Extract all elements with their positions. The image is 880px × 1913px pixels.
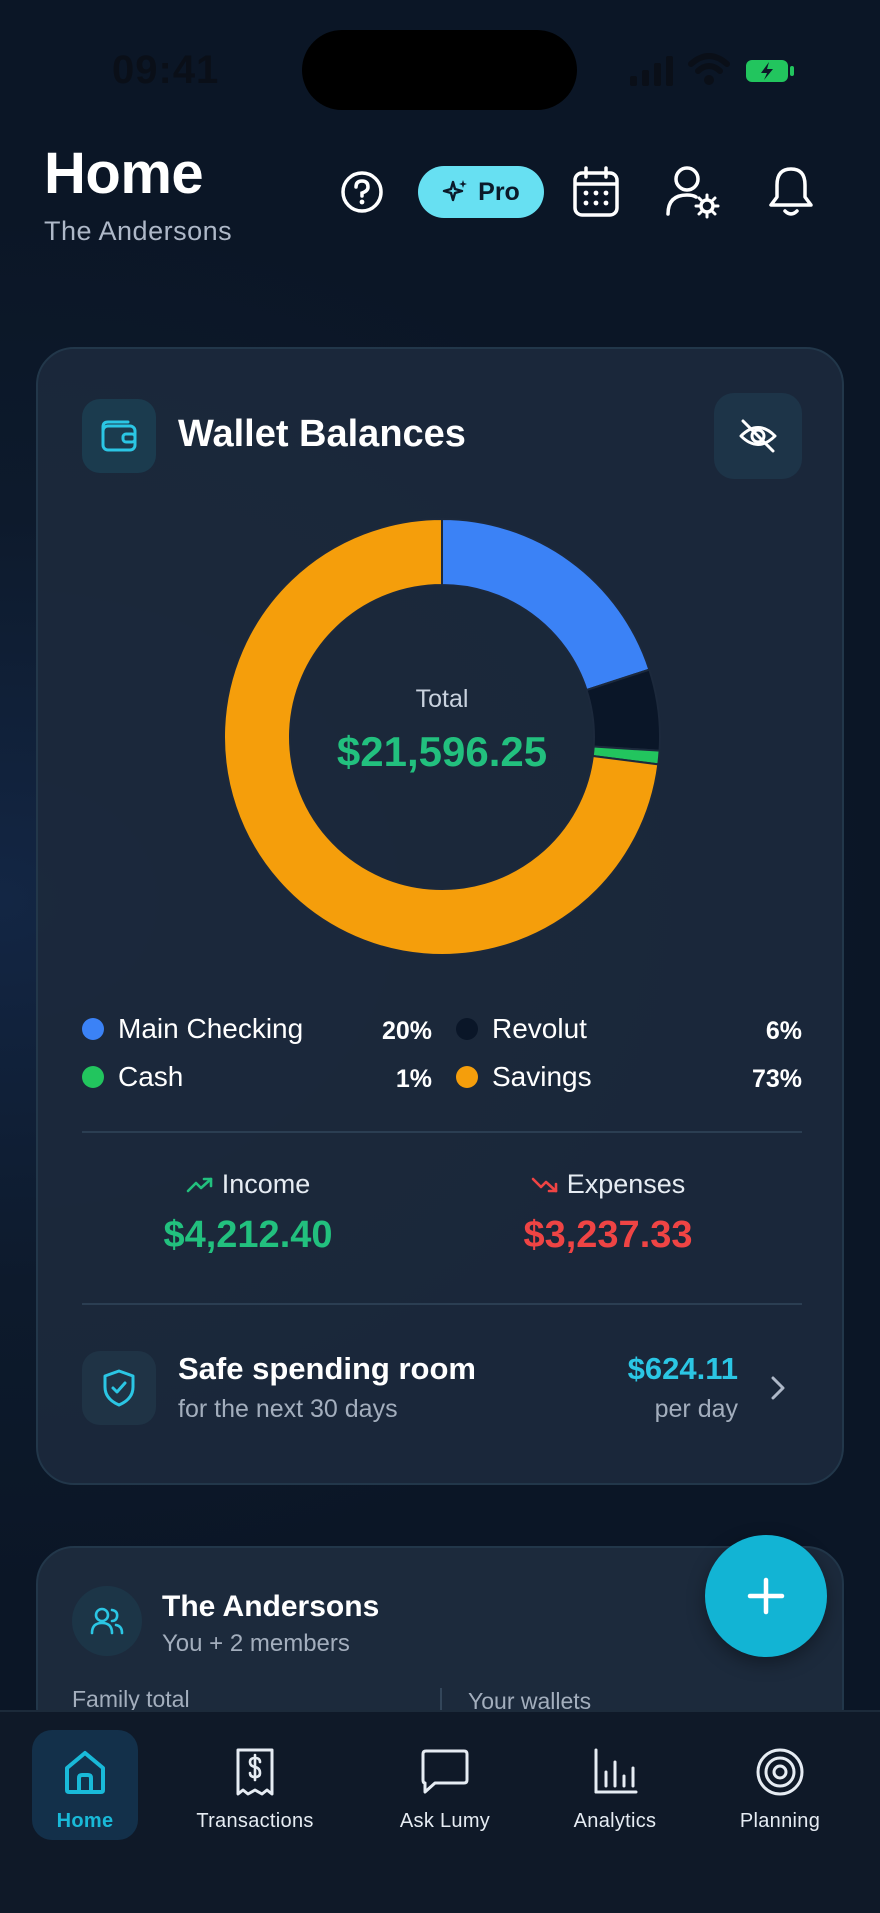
user-settings-icon [666,166,720,219]
tab-ask-lumy[interactable]: Ask Lumy [380,1730,510,1840]
page-title: Home [44,141,204,206]
expenses-stat: Expenses $3,237.33 [458,1169,758,1257]
legend-item-cash: Cash [82,1057,183,1097]
hide-balances-button[interactable] [714,393,802,479]
page-subtitle: The Andersons [44,216,233,246]
tab-label: Transactions [196,1810,314,1832]
safe-spending-subtitle: for the next 30 days [178,1395,398,1423]
status-time: 09:41 [112,48,220,92]
bell-icon [769,167,813,216]
help-icon [341,171,383,213]
calendar-button[interactable] [570,162,622,222]
legend-dot [456,1018,478,1040]
divider [82,1131,802,1133]
legend-dot [82,1066,104,1088]
donut-center: Total $21,596.25 [222,685,662,776]
total-value: $21,596.25 [336,728,548,775]
family-subtitle: You + 2 members [162,1630,350,1657]
divider [82,1303,802,1305]
wifi-icon [688,53,730,85]
legend-pct: 1% [395,1065,432,1093]
total-label: Total [415,685,469,713]
tab-transactions[interactable]: Transactions [180,1730,330,1840]
legend-dot [456,1066,478,1088]
income-label: Income [221,1169,311,1199]
family-total-label: Family total [72,1686,190,1712]
bar-chart-icon [594,1748,638,1794]
trending-up-icon [186,1177,213,1192]
legend-label: Cash [118,1061,184,1092]
target-icon [756,1748,804,1796]
legend-item-main-checking: Main Checking [82,1009,303,1049]
pro-button[interactable]: Pro [418,166,544,218]
expenses-value: $3,237.33 [523,1214,693,1256]
wallet-icon-box [82,399,156,473]
help-button[interactable] [336,162,388,222]
dynamic-island [302,30,577,110]
tab-label: Ask Lumy [399,1810,491,1832]
income-stat: Income $4,212.40 [98,1169,398,1257]
users-icon [90,1607,124,1635]
tab-label: Analytics [573,1810,657,1832]
donut-slice-main-checking [441,517,651,692]
safe-spending-amount: $624.11 [627,1351,738,1386]
home-icon [65,1751,105,1794]
wallet-icon [101,420,137,452]
legend-label: Savings [492,1061,592,1092]
safe-spending-per: per day [654,1395,738,1423]
user-settings-button[interactable] [664,162,722,222]
expenses-label: Expenses [566,1169,686,1199]
tab-analytics[interactable]: Analytics [555,1730,675,1840]
income-value: $4,212.40 [163,1214,333,1256]
legend-pct: 6% [765,1017,802,1045]
sparkles-icon [442,180,468,202]
chat-icon [421,1749,469,1794]
tab-planning[interactable]: Planning [720,1730,840,1840]
receipt-icon [236,1748,274,1796]
trending-down-icon [531,1177,558,1192]
legend-dot [82,1018,104,1040]
family-title: The Andersons [162,1590,380,1623]
calendar-icon [573,166,619,217]
plus-icon [747,1577,785,1615]
legend-label: Main Checking [118,1013,304,1044]
add-transaction-button[interactable] [705,1535,827,1657]
bottom-tab-bar: Home Transactions Ask Lumy Analytics Pla… [0,1710,880,1913]
legend-item-revolut: Revolut [456,1009,587,1049]
chevron-right-icon [771,1376,785,1400]
legend-pct: 20% [381,1017,432,1045]
tab-home[interactable]: Home [32,1730,138,1840]
battery-icon [746,60,794,82]
legend-pct: 73% [751,1065,802,1093]
shield-check-icon [103,1369,135,1407]
card-title: Wallet Balances [178,413,466,455]
legend-label: Revolut [492,1013,587,1044]
legend-item-savings: Savings [456,1057,592,1097]
signal-icon [630,56,673,86]
tab-label: Planning [739,1810,821,1832]
safe-spending-title: Safe spending room [178,1351,476,1386]
status-bar: 09:41 [0,0,880,120]
pro-label: Pro [478,177,520,206]
notifications-button[interactable] [764,162,818,222]
users-icon-box [72,1586,142,1656]
shield-icon-box [82,1351,156,1425]
eye-off-icon [739,419,777,453]
wallet-balances-card: Wallet Balances Total $21,596.25 Main Ch… [36,347,844,1485]
tab-label: Home [56,1810,114,1832]
